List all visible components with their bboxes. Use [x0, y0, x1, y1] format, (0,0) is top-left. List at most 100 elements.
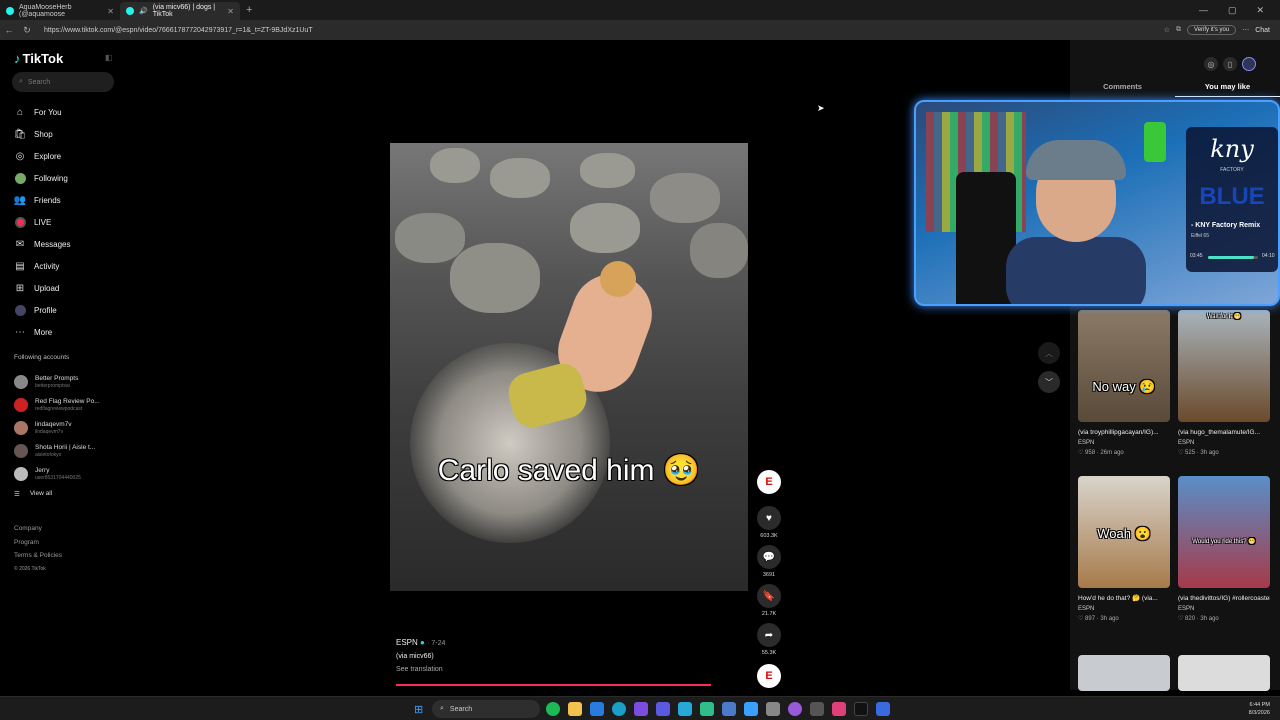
thumbnail-caption: No way 😢: [1092, 379, 1156, 395]
music-disc-avatar[interactable]: E: [757, 664, 781, 688]
audio-icon[interactable]: 🔊: [139, 7, 148, 15]
menu-dots-icon[interactable]: ⋯: [1242, 26, 1249, 34]
like-count: 820: [1185, 616, 1196, 622]
nav-activity[interactable]: ▤ Activity: [14, 255, 124, 277]
video-progress-bar[interactable]: [396, 684, 711, 686]
app-icon[interactable]: [788, 702, 802, 716]
like-button[interactable]: ♥ 603.3K: [756, 506, 782, 539]
next-video-button[interactable]: ﹀: [1038, 371, 1060, 393]
nav-friends[interactable]: 👥 Friends: [14, 189, 124, 211]
previous-video-button[interactable]: ︿: [1038, 342, 1060, 364]
share-button[interactable]: ➦ 55.3K: [756, 623, 782, 656]
folder-icon[interactable]: [568, 702, 582, 716]
footer-program-link[interactable]: Program: [14, 536, 62, 550]
app-icon[interactable]: [656, 702, 670, 716]
save-button[interactable]: 🔖 21.7K: [756, 584, 782, 617]
video-rock: [450, 243, 540, 313]
chat-button[interactable]: Chat: [1255, 27, 1270, 34]
spotify-icon[interactable]: [546, 702, 560, 716]
suggestion-card[interactable]: [1078, 655, 1170, 691]
nav-upload[interactable]: ⊞ Upload: [14, 277, 124, 299]
video-rock: [690, 223, 748, 278]
nav-following[interactable]: Following: [14, 167, 124, 189]
comment-button[interactable]: 💬 3691: [756, 545, 782, 578]
browser-tab-active[interactable]: 🔊 (via micv66) | dogs | TikTok ✕: [120, 2, 240, 20]
app-icon[interactable]: [590, 702, 604, 716]
nav-more[interactable]: ⋯ More: [14, 321, 124, 343]
following-account[interactable]: lindaqevm7v lindaqevm7v: [14, 416, 124, 439]
app-icon[interactable]: [832, 702, 846, 716]
minimize-icon[interactable]: —: [1199, 5, 1208, 16]
suggestion-card[interactable]: Wait for it 😁 (via hugo_themalamute/IG..…: [1178, 310, 1270, 459]
search-input[interactable]: ⌕ Search: [12, 72, 114, 92]
tiktok-icon[interactable]: [854, 702, 868, 716]
compass-icon[interactable]: ◎: [1204, 57, 1218, 71]
device-icon[interactable]: ▯: [1223, 57, 1237, 71]
tab-you-may-like[interactable]: You may like: [1175, 82, 1280, 97]
search-placeholder: Search: [27, 78, 51, 86]
nav-profile[interactable]: Profile: [14, 299, 124, 321]
nav-explore[interactable]: ◎ Explore: [14, 145, 124, 167]
user-avatar[interactable]: [1242, 57, 1256, 71]
suggestion-thumbnail: Woah 😮: [1078, 476, 1170, 588]
browser-tab[interactable]: AquaMooseHerb (@aquamoose ✕: [0, 2, 120, 20]
close-tab-icon[interactable]: ✕: [227, 7, 234, 16]
favorite-star-icon[interactable]: ☆: [1164, 26, 1170, 34]
collapse-sidebar-icon[interactable]: ◧: [105, 53, 113, 62]
suggestion-author: ESPN: [1178, 606, 1195, 612]
footer-terms-link[interactable]: Terms & Policies: [14, 549, 62, 563]
app-icon[interactable]: [678, 702, 692, 716]
view-all-link[interactable]: ☰ View all: [14, 490, 52, 498]
new-tab-button[interactable]: +: [240, 4, 258, 16]
back-icon[interactable]: ←: [0, 25, 18, 35]
following-icon: [14, 172, 26, 184]
suggestion-card[interactable]: [1178, 655, 1270, 691]
tiktok-logo[interactable]: ♪ TikTok: [14, 51, 63, 66]
nav-live[interactable]: LIVE: [14, 211, 124, 233]
video-player[interactable]: Carlo saved him 🥹: [390, 143, 748, 591]
suggestion-card[interactable]: No way 😢 (via troyphillipgacayan/IG)... …: [1078, 310, 1170, 459]
app-icon[interactable]: [766, 702, 780, 716]
suggestion-card[interactable]: Woah 😮 How'd he do that? 🤔 (via... ESPN …: [1078, 476, 1170, 625]
now-playing-title: - KNY Factory Remix: [1191, 222, 1261, 229]
bookmark-icon: 🔖: [757, 584, 781, 608]
close-window-icon[interactable]: ✕: [1256, 5, 1264, 16]
logo-text: TikTok: [22, 51, 64, 66]
webcam-drink-can: [1144, 122, 1166, 162]
app-icon[interactable]: [810, 702, 824, 716]
refresh-icon[interactable]: ↻: [18, 25, 36, 36]
address-bar-row: ← ↻ https://www.tiktok.com/@espn/video/7…: [0, 20, 1280, 40]
windows-start-icon[interactable]: ⊞: [414, 703, 423, 716]
video-rock: [395, 213, 465, 263]
extensions-icon[interactable]: ⧉: [1176, 26, 1181, 34]
main-nav: ⌂ For You 🛍 Shop ◎ Explore Following 👥 Frien…: [14, 101, 124, 343]
taskbar-clock[interactable]: 6:44 PM 8/3/2026: [1249, 701, 1270, 717]
tab-comments[interactable]: Comments: [1070, 82, 1175, 97]
app-icon[interactable]: [876, 702, 890, 716]
edge-icon[interactable]: [612, 702, 626, 716]
app-icon[interactable]: [744, 702, 758, 716]
nav-for-you[interactable]: ⌂ For You: [14, 101, 124, 123]
author-name[interactable]: ESPN: [396, 638, 418, 647]
taskbar-search[interactable]: ⌕ Search: [432, 700, 540, 718]
maximize-icon[interactable]: ▢: [1228, 5, 1237, 16]
app-icon[interactable]: [700, 702, 714, 716]
app-icon[interactable]: [722, 702, 736, 716]
nav-label: Friends: [34, 195, 61, 205]
verify-button[interactable]: Verify it's you: [1187, 25, 1237, 35]
following-account[interactable]: Jerry user8531704440025: [14, 462, 124, 485]
suggestion-title: How'd he do that? 🤔 (via...: [1078, 595, 1158, 602]
following-account[interactable]: Red Flag Review Po... redflagreviewpodcas…: [14, 393, 124, 416]
webcam-person-cap: [1026, 140, 1126, 180]
following-account[interactable]: Shota Horii | Aisle t... aisletotokyo: [14, 439, 124, 462]
nav-shop[interactable]: 🛍 Shop: [14, 123, 124, 145]
close-tab-icon[interactable]: ✕: [107, 7, 114, 16]
see-translation-link[interactable]: See translation: [396, 666, 445, 673]
footer-company-link[interactable]: Company: [14, 522, 62, 536]
url-field[interactable]: https://www.tiktok.com/@espn/video/76661…: [36, 23, 1164, 37]
author-avatar[interactable]: E: [757, 470, 781, 494]
nav-messages[interactable]: ✉ Messages: [14, 233, 124, 255]
following-account[interactable]: Better Prompts betterpromptsai: [14, 370, 124, 393]
suggestion-card[interactable]: Would you ride this? 😬 (via thedivittos/…: [1178, 476, 1270, 625]
app-icon[interactable]: [634, 702, 648, 716]
